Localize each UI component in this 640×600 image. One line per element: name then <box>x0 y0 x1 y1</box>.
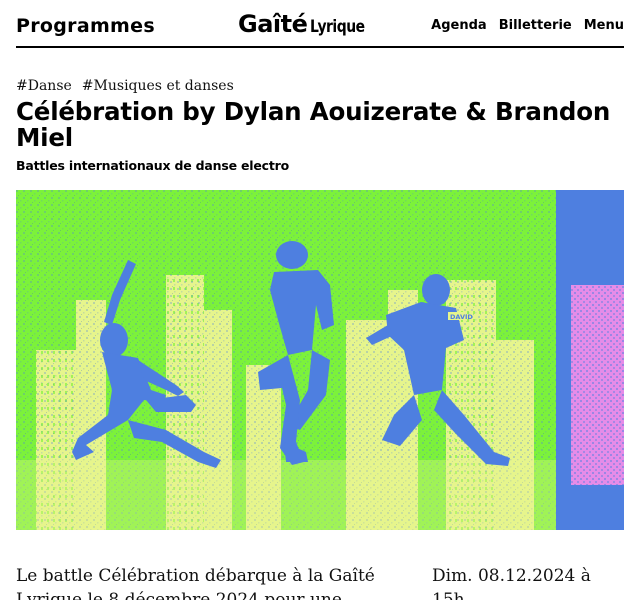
event-hero-image: DAVID <box>16 190 624 530</box>
nav-programmes[interactable]: Programmes <box>16 15 155 37</box>
nav-agenda[interactable]: Agenda <box>431 18 487 33</box>
nav-billetterie[interactable]: Billetterie <box>499 18 572 33</box>
tag-danse[interactable]: #Danse <box>16 78 72 94</box>
site-logo[interactable]: Gaîté Lyrique <box>238 10 377 38</box>
site-header: Programmes Gaîté Lyrique Agenda Billetter… <box>16 10 624 48</box>
event-description: Le battle Célébration débarque à la Gaît… <box>16 566 375 600</box>
hero-illustration: DAVID <box>16 190 624 530</box>
event-title: Célébration by Dylan Aouizerate & Brando… <box>16 97 611 152</box>
nav-menu[interactable]: Menu <box>584 18 624 33</box>
dancer-shirt-text: DAVID <box>450 313 473 321</box>
hero-side-texture <box>556 190 624 530</box>
logo-sub-text: Lyrique <box>310 17 365 37</box>
event-tags: #Danse #Musiques et danses <box>16 78 234 94</box>
hero-ground <box>16 460 556 530</box>
event-subtitle: Battles internationaux de danse electro <box>16 158 290 173</box>
tag-musiques-et-danses[interactable]: #Musiques et danses <box>82 78 234 94</box>
nav-right: Agenda Billetterie Menu <box>431 18 624 33</box>
event-date: Dim. 08.12.2024 à 15h <box>432 566 591 600</box>
logo-main-text: Gaîté <box>238 10 308 38</box>
